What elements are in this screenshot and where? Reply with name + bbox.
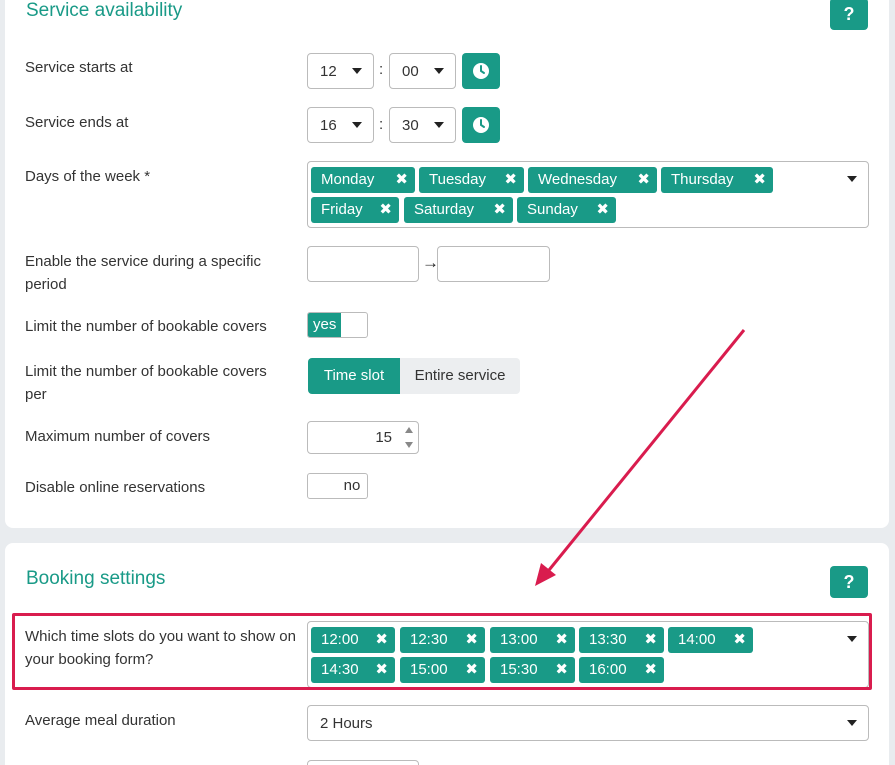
chevron-down-icon [847, 176, 857, 182]
ends-clock-button[interactable] [462, 107, 500, 143]
day-tag[interactable]: Wednesday ✖ [528, 167, 657, 193]
next-field-input[interactable] [307, 760, 419, 765]
chevron-down-icon [352, 68, 362, 74]
section-title-service-availability: Service availability [26, 0, 183, 21]
day-tag[interactable]: Thursday ✖ [661, 167, 773, 193]
service-ends-label: Service ends at [25, 114, 129, 131]
tag-label: Thursday [671, 171, 734, 188]
toggle-off-label: no [343, 477, 361, 494]
max-covers-label: Maximum number of covers [25, 428, 211, 445]
max-covers-value: 15 [375, 429, 392, 446]
time-separator: : [379, 61, 384, 78]
meal-duration-select[interactable]: 2 Hours [307, 705, 869, 741]
remove-tag-icon[interactable]: ✖ [596, 197, 609, 223]
day-tag[interactable]: Friday ✖ [311, 197, 399, 223]
tag-label: Sunday [527, 201, 578, 218]
tag-label: Monday [321, 171, 375, 188]
remove-tag-icon[interactable]: ✖ [493, 197, 506, 223]
limit-per-label: Limit the number of bookable covers per [25, 363, 267, 403]
period-end-input[interactable] [437, 246, 550, 282]
remove-tag-icon[interactable]: ✖ [395, 167, 408, 193]
tag-label: Wednesday [538, 171, 617, 188]
annotation-highlight-box [12, 613, 872, 690]
day-tag[interactable]: Sunday ✖ [517, 197, 616, 223]
starts-minute-select[interactable]: 00 [389, 53, 456, 89]
remove-tag-icon[interactable]: ✖ [504, 167, 517, 193]
spin-down-icon[interactable] [405, 442, 413, 448]
spin-up-icon[interactable] [405, 427, 413, 433]
starts-hour-select[interactable]: 12 [307, 53, 374, 89]
ends-minute-select[interactable]: 30 [389, 107, 456, 143]
limit-covers-label: Limit the number of bookable covers [25, 318, 267, 335]
clock-icon [473, 117, 489, 133]
ends-minute-value: 30 [402, 116, 419, 134]
meal-duration-value: 2 Hours [320, 714, 373, 732]
help-button-availability[interactable]: ? [830, 0, 868, 30]
service-starts-label: Service starts at [25, 59, 133, 76]
ends-hour-select[interactable]: 16 [307, 107, 374, 143]
days-of-week-label: Days of the week * [25, 168, 151, 185]
chevron-down-icon [434, 68, 444, 74]
starts-minute-value: 00 [402, 62, 419, 80]
clock-icon [473, 63, 489, 79]
tag-label: Friday [321, 201, 363, 218]
specific-period-label: Enable the service during a specific per… [25, 253, 261, 293]
day-tag[interactable]: Monday ✖ [311, 167, 415, 193]
limit-covers-toggle[interactable]: yes [307, 312, 368, 338]
starts-clock-button[interactable] [462, 53, 500, 89]
remove-tag-icon[interactable]: ✖ [637, 167, 650, 193]
section-title-booking-settings: Booking settings [26, 568, 166, 589]
segment-entire-service[interactable]: Entire service [400, 358, 520, 394]
tag-label: Tuesday [429, 171, 486, 188]
time-separator: : [379, 116, 384, 133]
remove-tag-icon[interactable]: ✖ [753, 167, 766, 193]
meal-duration-label: Average meal duration [25, 712, 176, 729]
help-button-booking[interactable]: ? [830, 566, 868, 598]
starts-hour-value: 12 [320, 62, 337, 80]
chevron-down-icon [434, 122, 444, 128]
ends-hour-value: 16 [320, 116, 337, 134]
remove-tag-icon[interactable]: ✖ [379, 197, 392, 223]
chevron-down-icon [847, 720, 857, 726]
chevron-down-icon [352, 122, 362, 128]
segment-time-slot[interactable]: Time slot [308, 358, 400, 394]
tag-label: Saturday [414, 201, 475, 218]
day-tag[interactable]: Saturday ✖ [404, 197, 513, 223]
toggle-on-label: yes [308, 313, 341, 337]
disable-online-toggle[interactable]: no [307, 473, 368, 499]
period-start-input[interactable] [307, 246, 419, 282]
day-tag[interactable]: Tuesday ✖ [419, 167, 524, 193]
disable-online-label: Disable online reservations [25, 479, 206, 496]
max-covers-input[interactable]: 15 [307, 421, 419, 454]
